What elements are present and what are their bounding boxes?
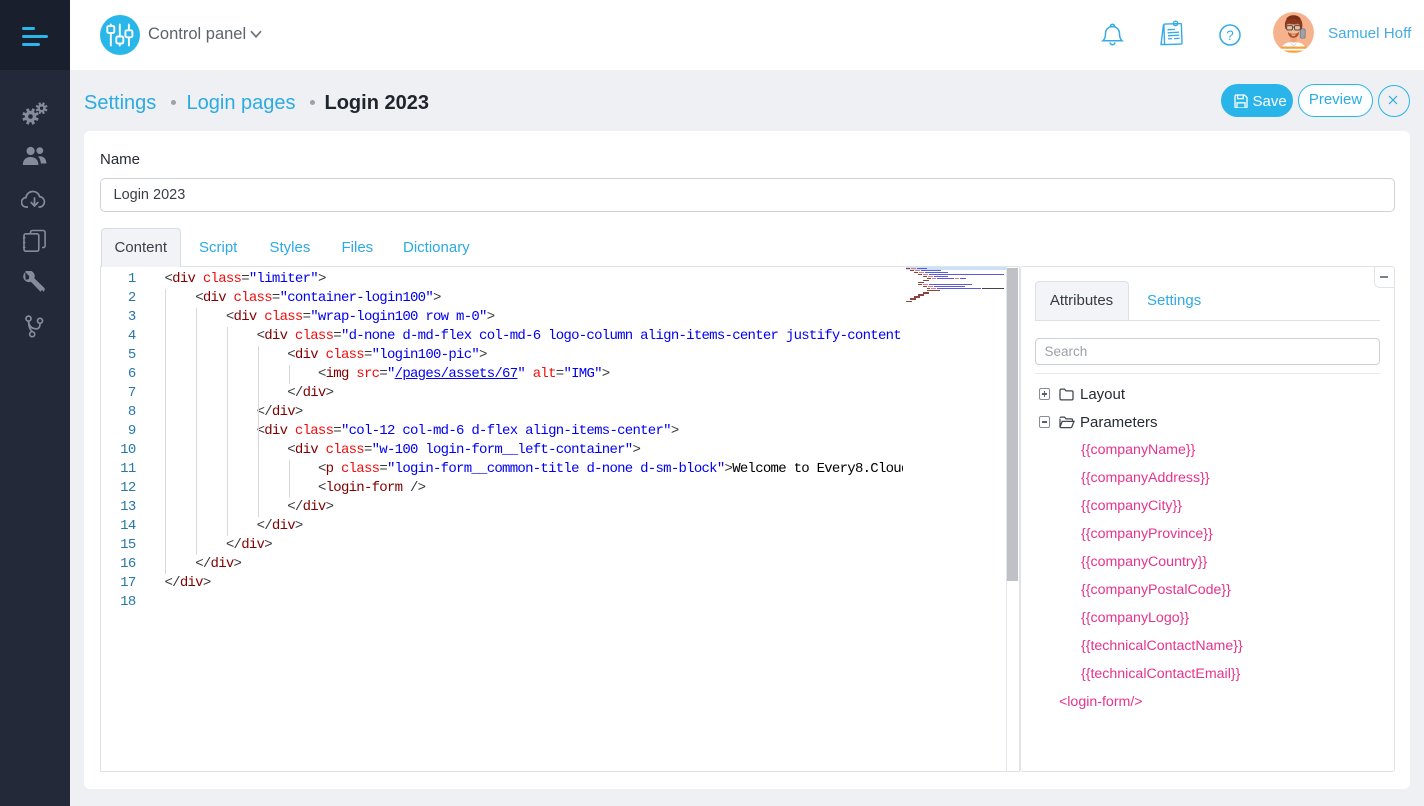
svg-text:?: ? [1226,28,1234,43]
